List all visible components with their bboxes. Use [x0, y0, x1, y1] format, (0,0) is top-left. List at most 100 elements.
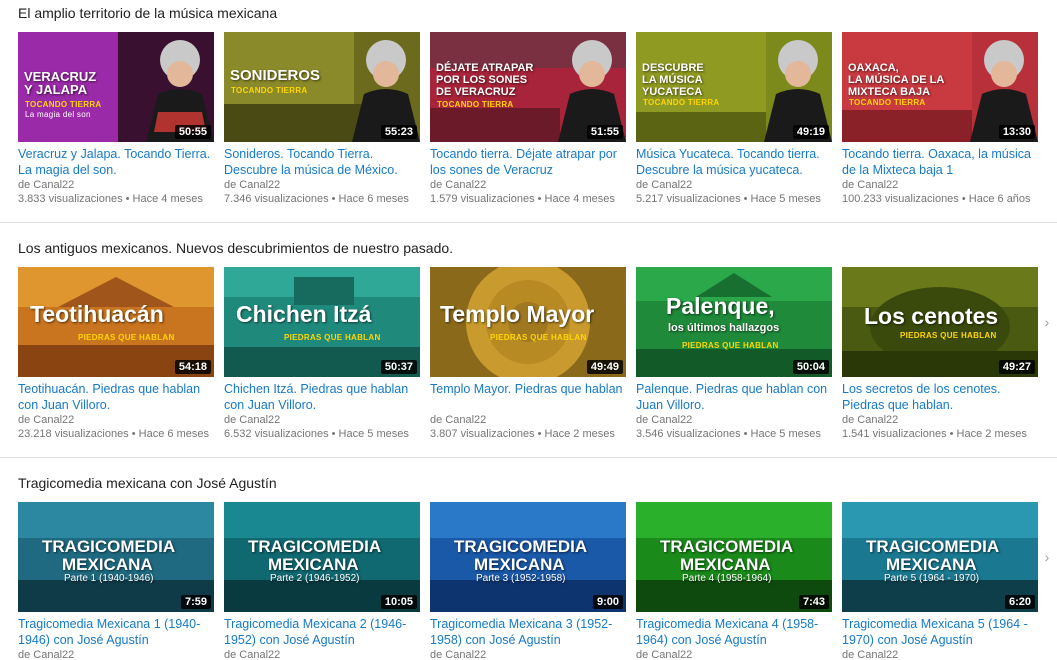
video-duration: 54:18 — [174, 360, 211, 374]
video-duration: 50:04 — [792, 360, 829, 374]
video-duration: 50:37 — [380, 360, 417, 374]
thumbnail-part: Parte 2 (1946-1952) — [270, 573, 360, 584]
video-channel[interactable]: de Canal22 — [18, 414, 228, 426]
video-channel[interactable]: de Canal22 — [430, 179, 640, 191]
video-thumbnail[interactable]: Chichen Itzá PIEDRAS QUE HABLAN 50:37 — [224, 267, 420, 377]
video-channel[interactable]: de Canal22 — [636, 649, 846, 660]
video-title-link[interactable]: Teotihuacán. Piedras que hablan con Juan… — [18, 381, 218, 413]
thumbnail-tag: TOCANDO TIERRA — [437, 100, 514, 109]
video-title-link[interactable]: Chichen Itzá. Piedras que hablan con Jua… — [224, 381, 424, 413]
upload-age: Hace 2 meses — [956, 428, 1027, 440]
upload-age: Hace 6 años — [968, 193, 1031, 205]
thumbnail-tag: PIEDRAS QUE HABLAN — [284, 333, 381, 342]
shelf-divider — [0, 457, 1057, 458]
shelf-title[interactable]: Tragicomedia mexicana con José Agustín — [18, 475, 277, 491]
video-title-link[interactable]: Templo Mayor. Piedras que hablan — [430, 381, 630, 397]
thumbnail-title: Teotihuacán — [30, 301, 164, 327]
video-title-link[interactable]: Tragicomedia Mexicana 5 (1964 - 1970) co… — [842, 616, 1042, 648]
shelf-music: El amplio territorio de la música mexica… — [0, 0, 1057, 222]
thumbnail-title-line2: MEXICANA — [268, 555, 359, 574]
chevron-right-icon[interactable]: › — [1041, 547, 1053, 567]
video-channel[interactable]: de Canal22 — [18, 649, 228, 660]
thumbnail-title-line2: MEXICANA — [62, 555, 153, 574]
video-thumbnail[interactable]: TRAGICOMEDIA MEXICANA Parte 1 (1940-1946… — [18, 502, 214, 612]
video-channel[interactable]: de Canal22 — [636, 414, 846, 426]
video-stats: 100.233 visualizaciones • Hace 6 años — [842, 193, 1031, 205]
video-channel[interactable]: de Canal22 — [430, 649, 640, 660]
upload-age: Hace 5 meses — [338, 428, 409, 440]
view-count: 5.217 visualizaciones — [636, 193, 741, 205]
video-title-link[interactable]: Sonideros. Tocando Tierra. Descubre la m… — [224, 146, 424, 178]
thumbnail-tag: PIEDRAS QUE HABLAN — [900, 331, 997, 340]
video-stats: 1.579 visualizaciones • Hace 4 meses — [430, 193, 615, 205]
video-thumbnail[interactable]: DESCUBRE LA MÚSICA YUCATECA TOCANDO TIERRA… — [636, 32, 832, 142]
video-title-link[interactable]: Música Yucateca. Tocando tierra. Descubr… — [636, 146, 836, 178]
view-count: 6.532 visualizaciones — [224, 428, 329, 440]
video-stats: 1.541 visualizaciones • Hace 2 meses — [842, 428, 1027, 440]
thumbnail-title: VERACRUZ Y JALAPA — [24, 69, 97, 97]
video-channel[interactable]: de Canal22 — [224, 179, 434, 191]
video-title-link[interactable]: Tragicomedia Mexicana 3 (1952-1958) con … — [430, 616, 630, 648]
thumbnail-title-line2: MEXICANA — [886, 555, 977, 574]
video-thumbnail[interactable]: OAXACA, LA MÚSICA DE LA MIXTECA BAJA TOCAN… — [842, 32, 1038, 142]
video-channel[interactable]: de Canal22 — [18, 179, 228, 191]
thumbnail-title: OAXACA, LA MÚSICA DE LA MIXTECA BAJA — [848, 62, 945, 98]
video-channel[interactable]: de Canal22 — [842, 414, 1052, 426]
video-thumbnail[interactable]: Palenque, los últimos hallazgos PIEDRAS … — [636, 267, 832, 377]
shelf-title[interactable]: Los antiguos mexicanos. Nuevos descubrim… — [18, 240, 453, 256]
thumbnail-subtitle: los últimos hallazgos — [668, 322, 780, 334]
view-count: 23.218 visualizaciones — [18, 428, 129, 440]
thumbnail-title: TRAGICOMEDIA — [248, 537, 382, 556]
thumbnail-title: TRAGICOMEDIA — [454, 537, 588, 556]
video-title-link[interactable]: Tragicomedia Mexicana 2 (1946-1952) con … — [224, 616, 424, 648]
video-stats: 7.346 visualizaciones • Hace 6 meses — [224, 193, 409, 205]
video-title-link[interactable]: Palenque. Piedras que hablan con Juan Vi… — [636, 381, 836, 413]
view-count: 3.833 visualizaciones — [18, 193, 123, 205]
video-title-link[interactable]: Tragicomedia Mexicana 4 (1958-1964) con … — [636, 616, 836, 648]
video-duration: 49:49 — [586, 360, 623, 374]
thumbnail-tag: PIEDRAS QUE HABLAN — [682, 341, 779, 350]
video-duration: 6:20 — [1004, 595, 1035, 609]
thumbnail-title: TRAGICOMEDIA — [42, 537, 176, 556]
video-title-link[interactable]: Tocando tierra. Oaxaca, la música de la … — [842, 146, 1042, 178]
video-duration: 7:43 — [798, 595, 829, 609]
shelf-divider — [0, 222, 1057, 223]
video-duration: 51:55 — [586, 125, 623, 139]
video-channel[interactable]: de Canal22 — [430, 414, 640, 426]
video-thumbnail[interactable]: Templo Mayor PIEDRAS QUE HABLAN 49:49 — [430, 267, 626, 377]
video-channel[interactable]: de Canal22 — [842, 179, 1052, 191]
chevron-right-icon[interactable]: › — [1041, 312, 1053, 332]
video-channel[interactable]: de Canal22 — [842, 649, 1052, 660]
thumbnail-title: Los cenotes — [864, 303, 999, 329]
video-thumbnail[interactable]: VERACRUZ Y JALAPA TOCANDO TIERRA La magia… — [18, 32, 214, 142]
thumbnail-title-line2: MEXICANA — [680, 555, 771, 574]
video-channel[interactable]: de Canal22 — [224, 649, 434, 660]
video-thumbnail[interactable]: Teotihuacán PIEDRAS QUE HABLAN 54:18 — [18, 267, 214, 377]
thumbnail-tag: TOCANDO TIERRA — [25, 100, 102, 109]
video-thumbnail[interactable]: DÉJATE ATRAPAR POR LOS SONES DE VERACRUZ T… — [430, 32, 626, 142]
thumbnail-part: Parte 3 (1952-1958) — [476, 573, 566, 584]
thumbnail-part: Parte 4 (1958-1964) — [682, 573, 772, 584]
thumbnail-tag: PIEDRAS QUE HABLAN — [78, 333, 175, 342]
shelf-tragicomedia: Tragicomedia mexicana con José Agustín T… — [0, 467, 1057, 660]
video-title-link[interactable]: Veracruz y Jalapa. Tocando Tierra. La ma… — [18, 146, 218, 178]
thumbnail-title: Palenque, — [666, 293, 775, 319]
thumbnail-title: Templo Mayor — [440, 301, 595, 327]
video-title-link[interactable]: Tocando tierra. Déjate atrapar por los s… — [430, 146, 630, 178]
video-thumbnail[interactable]: TRAGICOMEDIA MEXICANA Parte 5 (1964 - 19… — [842, 502, 1038, 612]
video-thumbnail[interactable]: TRAGICOMEDIA MEXICANA Parte 2 (1946-1952… — [224, 502, 420, 612]
thumbnail-title: TRAGICOMEDIA — [660, 537, 794, 556]
video-title-link[interactable]: Los secretos de los cenotes. Piedras que… — [842, 381, 1042, 413]
video-title-link[interactable]: Tragicomedia Mexicana 1 (1940-1946) con … — [18, 616, 218, 648]
video-stats: 6.532 visualizaciones • Hace 5 meses — [224, 428, 409, 440]
video-thumbnail[interactable]: TRAGICOMEDIA MEXICANA Parte 4 (1958-1964… — [636, 502, 832, 612]
video-duration: 9:00 — [592, 595, 623, 609]
video-thumbnail[interactable]: Los cenotes PIEDRAS QUE HABLAN 49:27 — [842, 267, 1038, 377]
video-thumbnail[interactable]: SONIDEROS TOCANDO TIERRA 55:23 — [224, 32, 420, 142]
video-thumbnail[interactable]: TRAGICOMEDIA MEXICANA Parte 3 (1952-1958… — [430, 502, 626, 612]
video-channel[interactable]: de Canal22 — [636, 179, 846, 191]
shelf-title[interactable]: El amplio territorio de la música mexica… — [18, 5, 277, 21]
video-stats: 23.218 visualizaciones • Hace 6 meses — [18, 428, 209, 440]
thumbnail-part: Parte 1 (1940-1946) — [64, 573, 154, 584]
video-channel[interactable]: de Canal22 — [224, 414, 434, 426]
